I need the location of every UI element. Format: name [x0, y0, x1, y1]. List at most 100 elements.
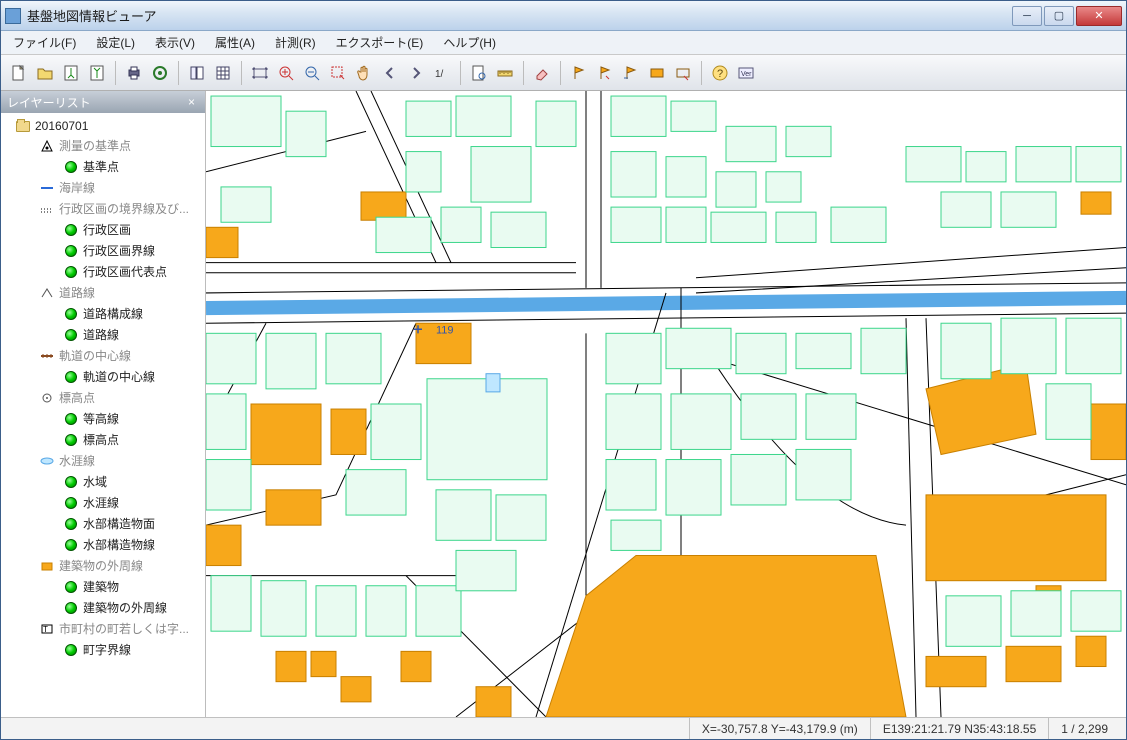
open-folder-icon[interactable] [33, 61, 57, 85]
clear-icon[interactable] [530, 61, 554, 85]
tree-layer-label: 標高点 [83, 431, 119, 448]
minimize-button[interactable]: ─ [1012, 6, 1042, 26]
tree-group[interactable]: T市町村の町若しくは字... [5, 618, 205, 639]
tree-layer-label: 町字界線 [83, 641, 131, 658]
version-icon[interactable]: Ver [734, 61, 758, 85]
visibility-dot-icon[interactable] [63, 497, 79, 509]
table-icon[interactable] [211, 61, 235, 85]
visibility-dot-icon[interactable] [63, 644, 79, 656]
tree-layer[interactable]: 行政区画 [5, 219, 205, 240]
tree-group[interactable]: 行政区画の境界線及び... [5, 198, 205, 219]
tree-group[interactable]: 建築物の外周線 [5, 555, 205, 576]
menu-help[interactable]: ヘルプ(H) [439, 32, 500, 53]
visibility-dot-icon[interactable] [63, 371, 79, 383]
tree-group[interactable]: 水涯線 [5, 450, 205, 471]
menu-settings[interactable]: 設定(L) [92, 32, 139, 53]
menu-export[interactable]: エクスポート(E) [332, 32, 428, 53]
pan-icon[interactable] [352, 61, 376, 85]
visibility-dot-icon[interactable] [63, 476, 79, 488]
group-symbol-icon [39, 349, 55, 363]
tree-group[interactable]: 測量の基準点 [5, 135, 205, 156]
help-icon[interactable]: ? [708, 61, 732, 85]
status-lonlat: E139:21:21.79 N35:43:18.55 [870, 718, 1048, 739]
visibility-dot-icon[interactable] [63, 539, 79, 551]
tree-layer[interactable]: 水部構造物線 [5, 534, 205, 555]
tree-layer[interactable]: 行政区画界線 [5, 240, 205, 261]
flag1-icon[interactable] [567, 61, 591, 85]
import-icon[interactable] [85, 61, 109, 85]
map-canvas[interactable]: 119 [206, 91, 1126, 717]
visibility-dot-icon[interactable] [63, 224, 79, 236]
visibility-dot-icon[interactable] [63, 434, 79, 446]
layer-panel-icon[interactable] [185, 61, 209, 85]
visibility-dot-icon[interactable] [63, 581, 79, 593]
layer-list-panel: レイヤーリスト × 20160701 測量の基準点基準点海岸線行政区画の境界線及… [1, 91, 206, 717]
scale-icon[interactable]: 1/ [430, 61, 454, 85]
box-icon[interactable] [645, 61, 669, 85]
zoom-in-icon[interactable] [274, 61, 298, 85]
visibility-dot-icon[interactable] [63, 308, 79, 320]
toolbar-separator [241, 61, 242, 85]
tree-layer[interactable]: 水部構造物面 [5, 513, 205, 534]
maximize-button[interactable]: ▢ [1044, 6, 1074, 26]
visibility-dot-icon[interactable] [63, 602, 79, 614]
visibility-dot-icon[interactable] [63, 245, 79, 257]
tree-group[interactable]: 道路線 [5, 282, 205, 303]
tree-layer[interactable]: 行政区画代表点 [5, 261, 205, 282]
tree-layer-label: 水涯線 [83, 494, 119, 511]
toolbar-separator [523, 61, 524, 85]
forward-icon[interactable] [404, 61, 428, 85]
tree-group[interactable]: 軌道の中心線 [5, 345, 205, 366]
full-extent-icon[interactable] [248, 61, 272, 85]
tree-group[interactable]: 標高点 [5, 387, 205, 408]
zoom-box-icon[interactable] [326, 61, 350, 85]
menu-file[interactable]: ファイル(F) [9, 32, 80, 53]
toolbar-separator [460, 61, 461, 85]
tree-layer[interactable]: 町字界線 [5, 639, 205, 660]
save-icon[interactable] [59, 61, 83, 85]
tree-layer[interactable]: 水涯線 [5, 492, 205, 513]
menu-view[interactable]: 表示(V) [151, 32, 199, 53]
layer-tree[interactable]: 20160701 測量の基準点基準点海岸線行政区画の境界線及び...行政区画行政… [1, 113, 205, 717]
tree-layer[interactable]: 建築物の外周線 [5, 597, 205, 618]
tree-group-label: 測量の基準点 [59, 137, 131, 154]
back-icon[interactable] [378, 61, 402, 85]
close-button[interactable]: ✕ [1076, 6, 1122, 26]
map-annotation: 119 [436, 324, 454, 336]
new-file-icon[interactable] [7, 61, 31, 85]
flag3-icon[interactable] [619, 61, 643, 85]
group-symbol-icon [39, 139, 55, 153]
svg-text:?: ? [717, 68, 723, 80]
ruler-icon[interactable] [493, 61, 517, 85]
identify-icon[interactable] [467, 61, 491, 85]
window-title: 基盤地図情報ビューア [27, 6, 1010, 25]
tree-layer[interactable]: 建築物 [5, 576, 205, 597]
menu-measure[interactable]: 計測(R) [271, 32, 320, 53]
group-symbol-icon: T [39, 622, 55, 636]
tree-layer[interactable]: 道路構成線 [5, 303, 205, 324]
tree-layer[interactable]: 道路線 [5, 324, 205, 345]
visibility-dot-icon[interactable] [63, 518, 79, 530]
flag2-icon[interactable] [593, 61, 617, 85]
zoom-out-icon[interactable] [300, 61, 324, 85]
export-image-icon[interactable] [148, 61, 172, 85]
tree-layer-label: 行政区画界線 [83, 242, 155, 259]
visibility-dot-icon[interactable] [63, 161, 79, 173]
visibility-dot-icon[interactable] [63, 413, 79, 425]
tree-root[interactable]: 20160701 [5, 117, 205, 135]
tree-group[interactable]: 海岸線 [5, 177, 205, 198]
layer-list-close-icon[interactable]: × [184, 95, 199, 109]
box-edit-icon[interactable] [671, 61, 695, 85]
tree-layer[interactable]: 水域 [5, 471, 205, 492]
menu-attributes[interactable]: 属性(A) [211, 32, 259, 53]
visibility-dot-icon[interactable] [63, 329, 79, 341]
tree-layer[interactable]: 等高線 [5, 408, 205, 429]
tree-layer[interactable]: 基準点 [5, 156, 205, 177]
tree-layer[interactable]: 軌道の中心線 [5, 366, 205, 387]
tree-layer[interactable]: 標高点 [5, 429, 205, 450]
toolbar-separator [560, 61, 561, 85]
print-icon[interactable] [122, 61, 146, 85]
visibility-dot-icon[interactable] [63, 266, 79, 278]
group-symbol-icon [39, 391, 55, 405]
tree-layer-label: 水部構造物面 [83, 515, 155, 532]
